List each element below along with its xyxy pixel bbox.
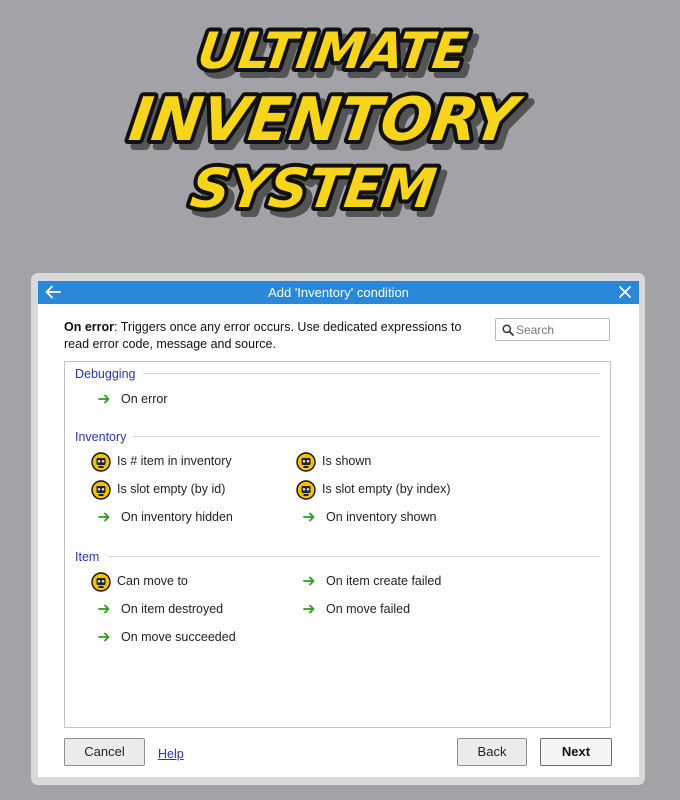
condition-description: On error: Triggers once any error occurs… (64, 319, 484, 353)
condition-label: Is shown (322, 454, 372, 468)
group-divider (107, 556, 600, 557)
trigger-arrow-icon (303, 512, 315, 522)
trigger-arrow-icon (98, 632, 110, 642)
help-link[interactable]: Help (158, 747, 184, 761)
description-bold: On error (64, 320, 115, 334)
condition-label: On move succeeded (121, 630, 236, 644)
group-header-item: Item (75, 550, 100, 564)
search-box[interactable] (495, 318, 610, 341)
condition-label: On item create failed (326, 574, 442, 588)
next-button[interactable]: Next (540, 738, 612, 766)
robot-icon (91, 572, 111, 592)
condition-list[interactable]: Debugging On error Inventory Is # item i… (64, 361, 611, 728)
condition-label: Is # item in inventory (117, 454, 232, 468)
logo-line1: ULTIMATE (194, 21, 471, 80)
condition-label: On inventory shown (326, 510, 437, 524)
logo-line2: INVENTORY (125, 85, 526, 155)
back-arrow-icon[interactable] (44, 283, 62, 301)
add-condition-dialog: Add 'Inventory' condition On error: Trig… (38, 281, 639, 777)
dialog-titlebar: Add 'Inventory' condition (38, 281, 639, 304)
trigger-arrow-icon (303, 576, 315, 586)
search-icon (502, 324, 514, 336)
condition-label: On move failed (326, 602, 411, 616)
search-input[interactable] (516, 321, 604, 338)
back-button[interactable]: Back (457, 738, 527, 766)
description-text: : Triggers once any error occurs. Use de… (64, 320, 462, 351)
condition-label: On item destroyed (121, 602, 224, 616)
condition-label: Can move to (117, 574, 188, 588)
group-header-debugging: Debugging (75, 367, 136, 381)
trigger-arrow-icon (98, 512, 110, 522)
group-divider (143, 373, 600, 374)
trigger-arrow-icon (98, 604, 110, 614)
close-icon[interactable] (617, 284, 633, 300)
ultimate-inventory-system-logo: ULTIMATE INVENTORY SYSTEM ULTIMATE INVEN… (0, 0, 680, 240)
condition-label: Is slot empty (by index) (322, 482, 451, 496)
group-header-inventory: Inventory (75, 430, 127, 444)
dialog-title: Add 'Inventory' condition (268, 285, 409, 300)
robot-icon (91, 480, 111, 500)
logo-line3: SYSTEM (187, 157, 440, 220)
robot-icon (91, 452, 111, 472)
condition-label: Is slot empty (by id) (117, 482, 226, 496)
condition-label: On inventory hidden (121, 510, 233, 524)
robot-icon (296, 480, 316, 500)
condition-label: On error (121, 392, 168, 406)
group-divider (133, 436, 600, 437)
trigger-arrow-icon (303, 604, 315, 614)
robot-icon (296, 452, 316, 472)
cancel-button[interactable]: Cancel (64, 738, 145, 766)
trigger-arrow-icon (98, 394, 110, 404)
